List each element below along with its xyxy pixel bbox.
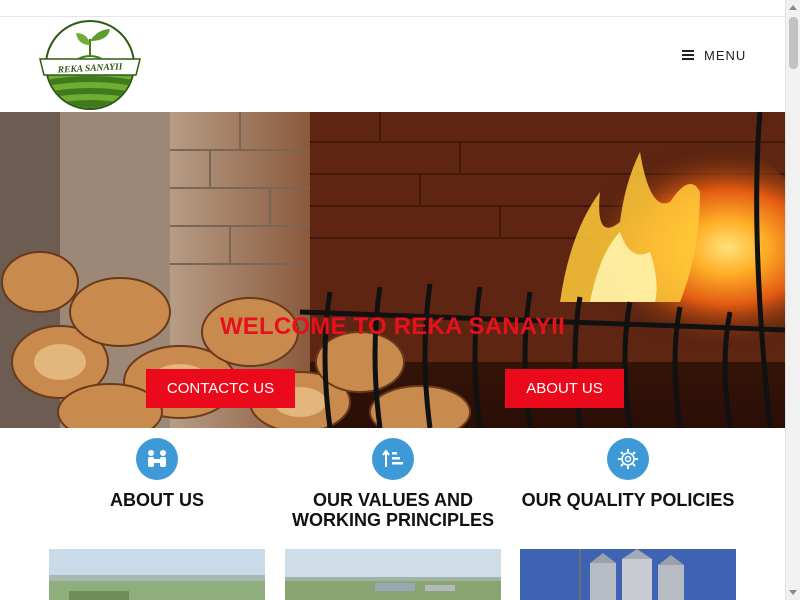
people-icon [136, 438, 178, 480]
feature-title: ABOUT US [110, 490, 204, 510]
sort-amount-up-icon [372, 438, 414, 480]
feature-title: OUR VALUES AND WORKING PRINCIPLES [291, 490, 494, 530]
contact-us-button[interactable]: CONTACTC US [146, 369, 295, 408]
site-header: REKA SANAYII MENU [0, 17, 785, 112]
feature-title: OUR QUALITY POLICIES [521, 490, 735, 510]
menu-label: MENU [704, 47, 747, 63]
hero-title: WELCOME TO REKA SANAYII [219, 313, 566, 340]
about-us-button[interactable]: ABOUT US [505, 369, 624, 408]
about-us-image[interactable] [49, 549, 265, 600]
scrollbar-thumb[interactable] [789, 17, 798, 69]
hero-banner [0, 112, 785, 428]
values-image[interactable] [285, 549, 501, 600]
feature-values: OUR VALUES AND WORKING PRINCIPLES [285, 438, 501, 530]
gear-icon [607, 438, 649, 480]
scroll-up-arrow-icon[interactable] [789, 5, 797, 10]
fireplace-photo [0, 112, 785, 428]
hamburger-icon [682, 50, 694, 60]
top-bar [0, 0, 785, 17]
scroll-down-arrow-icon[interactable] [789, 590, 797, 595]
page-scrollbar[interactable] [785, 0, 800, 600]
menu-toggle[interactable]: MENU [682, 45, 746, 65]
quality-image[interactable] [520, 549, 736, 600]
reka-sanayii-logo[interactable]: REKA SANAYII [38, 19, 142, 111]
feature-quality: OUR QUALITY POLICIES [520, 438, 736, 510]
feature-about-us: ABOUT US [49, 438, 265, 510]
